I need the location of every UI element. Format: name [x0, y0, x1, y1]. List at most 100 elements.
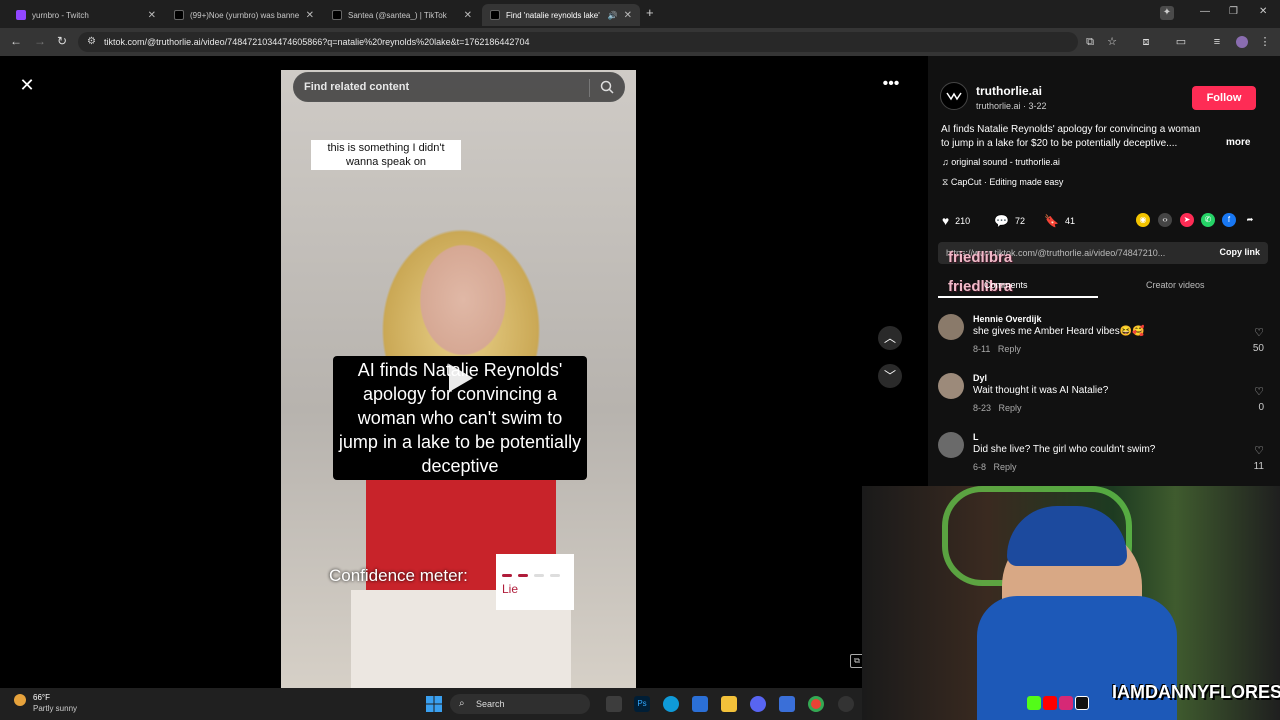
video-subtitle: this is something I didn't wanna speak o… — [311, 140, 461, 170]
commenter-avatar[interactable] — [938, 373, 964, 399]
commenter-name[interactable]: Dyl — [973, 373, 987, 383]
tiktok-icon — [1075, 696, 1089, 710]
windows-start-icon[interactable] — [426, 696, 442, 712]
next-video-icon[interactable]: ﹀ — [878, 364, 902, 388]
audio-playing-icon[interactable]: 🔊 — [608, 11, 618, 20]
maximize-icon[interactable]: ❐ — [1229, 6, 1238, 17]
site-info-icon[interactable]: ⚙ — [87, 36, 96, 47]
comment-text: Wait thought it was AI Natalie? — [973, 385, 1109, 396]
comment-like-icon[interactable]: ♡ — [1254, 326, 1264, 339]
facebook-icon[interactable]: f — [1222, 213, 1236, 227]
commenter-avatar[interactable] — [938, 314, 964, 340]
forward-icon[interactable]: → — [34, 34, 46, 48]
more-description-link[interactable]: more — [1226, 137, 1250, 148]
profile-avatar[interactable] — [1236, 36, 1248, 48]
save-button[interactable]: 🔖 41 — [1044, 214, 1075, 228]
search-icon[interactable] — [600, 80, 614, 94]
comment-meta: 8-11 Reply — [973, 344, 1021, 354]
tab-title: Santea (@santea_) | TikTok — [348, 10, 447, 20]
browser-toolbar: ← → ↻ ⚙ tiktok.com/@truthorlie.ai/video/… — [0, 28, 1280, 56]
like-count: 210 — [955, 216, 971, 226]
back-icon[interactable]: ← — [10, 34, 22, 48]
close-tab-icon[interactable]: ✕ — [306, 10, 314, 21]
photoshop-icon[interactable]: Ps — [634, 696, 650, 712]
previous-video-icon[interactable]: ︿ — [878, 326, 902, 350]
windows-taskbar: 66°F Partly sunny ⌕ Search Ps — [0, 688, 862, 720]
more-options-icon[interactable]: ••• — [880, 76, 902, 92]
commenter-avatar[interactable] — [938, 432, 964, 458]
video-details-panel: truthorlie.ai truthorlie.ai · 3-22 Follo… — [928, 56, 1280, 486]
taskbar-search[interactable]: ⌕ Search — [450, 694, 590, 714]
whatsapp-icon[interactable]: ✆ — [1201, 213, 1215, 227]
bookmark-star-icon[interactable]: ☆ — [1106, 36, 1118, 48]
reply-button[interactable]: Reply — [994, 462, 1017, 472]
minimize-icon[interactable]: — — [1200, 6, 1210, 17]
reload-icon[interactable]: ↻ — [57, 34, 67, 48]
weather-icon[interactable] — [14, 694, 26, 706]
play-icon[interactable] — [441, 360, 477, 396]
gemini-icon[interactable]: ✦ — [1160, 6, 1174, 20]
comment-like-icon[interactable]: ♡ — [1254, 444, 1264, 457]
creator-avatar[interactable] — [940, 82, 968, 110]
tab-noe-banned[interactable]: (99+)Noe (yurnbro) was banne ✕ — [166, 4, 322, 26]
close-video-icon[interactable]: ✕ — [18, 76, 36, 94]
discord-icon[interactable] — [750, 696, 766, 712]
creator-username[interactable]: truthorlie.ai — [976, 84, 1042, 98]
new-tab-button[interactable]: + — [646, 5, 654, 20]
close-tab-icon[interactable]: ✕ — [624, 10, 632, 21]
tiktok-icon — [174, 10, 184, 20]
comment-button[interactable]: 💬 72 — [994, 214, 1025, 228]
follow-button[interactable]: Follow — [1192, 86, 1256, 110]
close-tab-icon[interactable]: ✕ — [148, 10, 156, 21]
tab-comments[interactable]: Comments — [984, 280, 1028, 290]
streamer-webcam: IAMDANNYFLORES — [862, 486, 1280, 720]
comment-like-count: 0 — [1258, 402, 1264, 413]
file-explorer-icon[interactable] — [721, 696, 737, 712]
youtube-icon — [1043, 696, 1057, 710]
bookmark-icon: 🔖 — [1044, 214, 1059, 228]
comment-item: Dyl Wait thought it was AI Natalie? 8-23… — [938, 373, 1268, 429]
meter-value: Lie — [502, 582, 519, 596]
music-note-icon: ♫ — [942, 157, 952, 167]
confidence-meter-label: Confidence meter: — [329, 566, 468, 585]
store-icon[interactable] — [692, 696, 708, 712]
send-friend-icon[interactable]: ➤ — [1180, 213, 1194, 227]
comment-like-count: 11 — [1253, 461, 1264, 472]
tab-twitch[interactable]: yurnbro - Twitch ✕ — [8, 4, 164, 26]
task-view-icon[interactable] — [606, 696, 622, 712]
tab-santea[interactable]: Santea (@santea_) | TikTok ✕ — [324, 4, 480, 26]
app-icon[interactable] — [838, 696, 854, 712]
like-button[interactable]: ♥ 210 — [942, 214, 970, 228]
capcut-link[interactable]: ⧖ CapCut · Editing made easy — [942, 177, 1063, 188]
close-tab-icon[interactable]: ✕ — [464, 10, 472, 21]
embed-icon[interactable]: ‹› — [1158, 213, 1172, 227]
share-arrow-icon[interactable]: ➦ — [1243, 213, 1257, 227]
reply-button[interactable]: Reply — [998, 344, 1021, 354]
close-window-icon[interactable]: ✕ — [1259, 6, 1267, 17]
extensions-icon[interactable]: ⧈ — [1140, 36, 1152, 48]
chrome-icon[interactable] — [808, 696, 824, 712]
reply-button[interactable]: Reply — [999, 403, 1022, 413]
browser-menu-icon[interactable]: ⋮ — [1259, 36, 1271, 48]
install-app-icon[interactable]: ⧉ — [1084, 36, 1096, 48]
weather-temperature[interactable]: 66°F — [33, 693, 50, 702]
cast-icon[interactable]: ▭ — [1175, 36, 1187, 48]
commenter-name[interactable]: L — [973, 432, 979, 442]
app-icon[interactable] — [779, 696, 795, 712]
save-count: 41 — [1064, 216, 1075, 226]
commenter-name[interactable]: Hennie Overdijk — [973, 314, 1042, 324]
edge-icon[interactable] — [663, 696, 679, 712]
video-player[interactable]: Find related content this is something I… — [281, 70, 636, 688]
copy-link-button[interactable]: Copy link — [1219, 247, 1260, 257]
tab-creator-videos[interactable]: Creator videos — [1146, 280, 1205, 290]
media-controls-icon[interactable]: ≡ — [1211, 36, 1223, 48]
share-coin-icon[interactable]: ◉ — [1136, 213, 1150, 227]
comment-like-icon[interactable]: ♡ — [1254, 385, 1264, 398]
address-bar[interactable]: ⚙ tiktok.com/@truthorlie.ai/video/748472… — [78, 32, 1078, 52]
sound-link[interactable]: ♫ original sound - truthorlie.ai — [942, 157, 1060, 167]
url-text: tiktok.com/@truthorlie.ai/video/74847210… — [104, 37, 530, 47]
comment-item: Hennie Overdijk she gives me Amber Heard… — [938, 314, 1268, 370]
active-tab-indicator — [938, 296, 1098, 298]
tab-find-natalie[interactable]: Find 'natalie reynolds lake' 🔊 ✕ — [482, 4, 640, 26]
find-related-search[interactable]: Find related content — [293, 72, 625, 102]
